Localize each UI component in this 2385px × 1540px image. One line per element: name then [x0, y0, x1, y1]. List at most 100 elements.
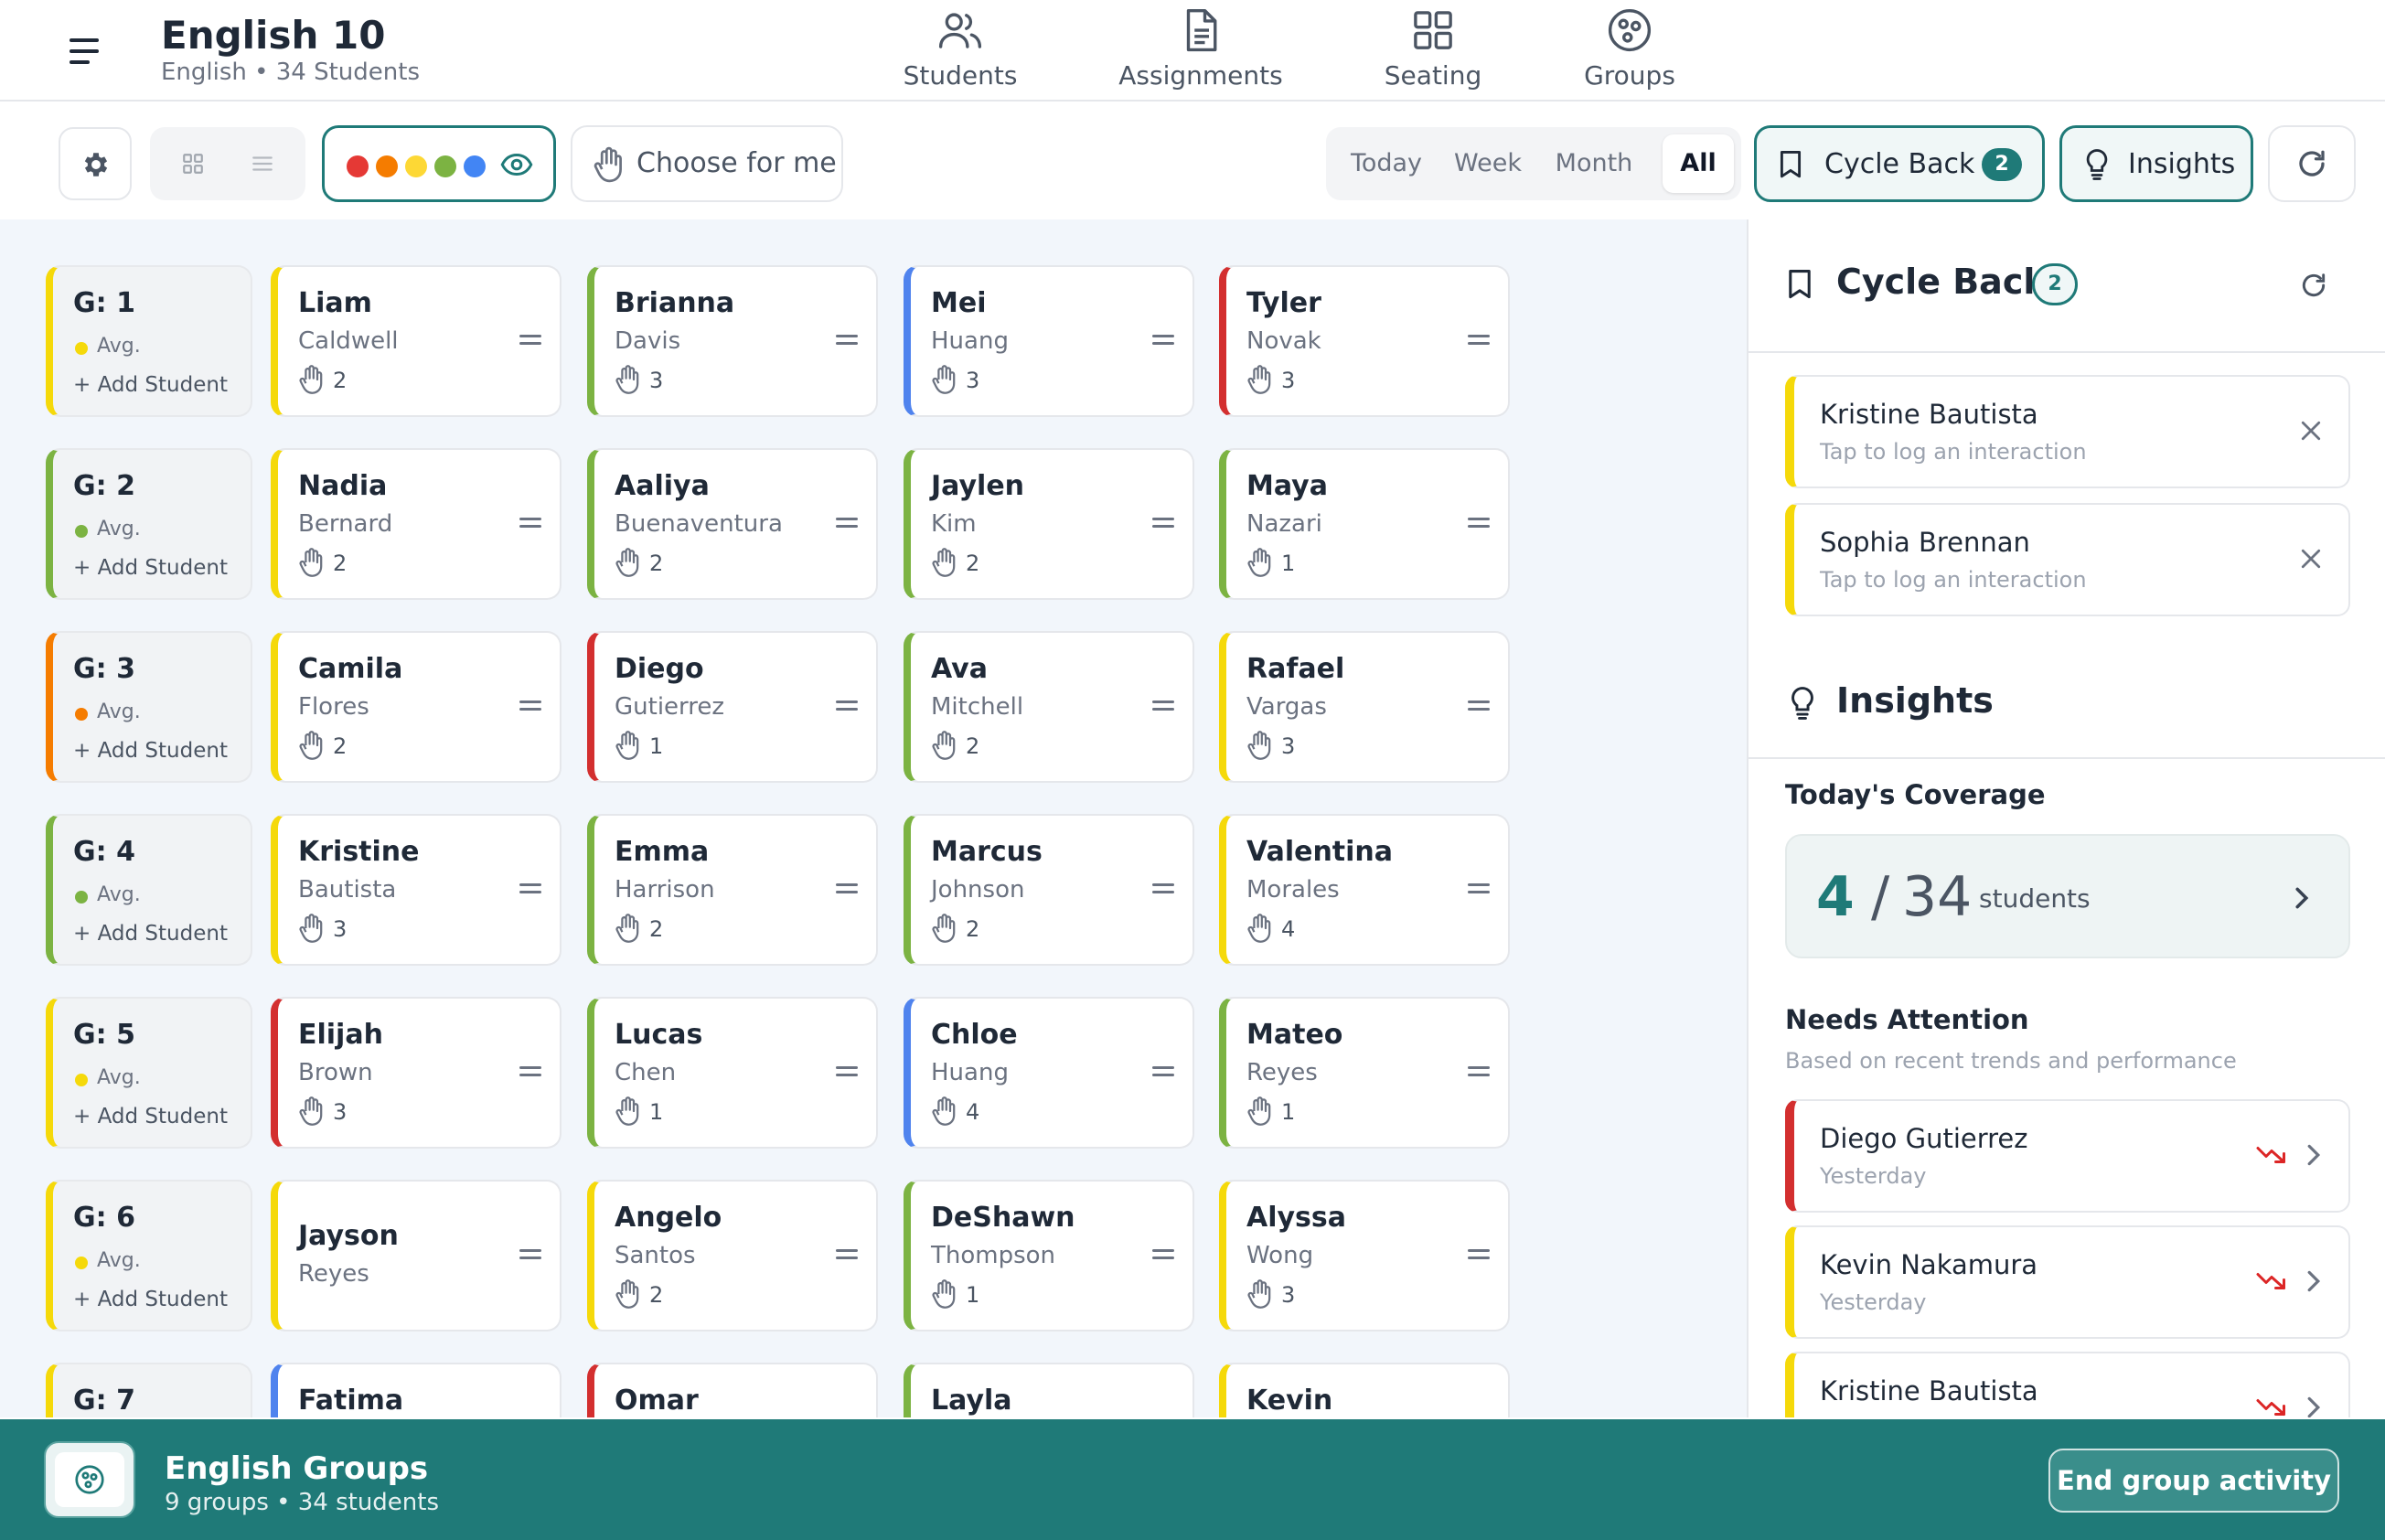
range-month[interactable]: Month	[1536, 134, 1652, 193]
student-card[interactable]: DeShawn Thompson 1	[904, 1180, 1194, 1331]
choose-for-me-button[interactable]: Choose for me	[571, 125, 843, 202]
range-all[interactable]: All	[1663, 134, 1734, 193]
drag-handle-icon[interactable]	[836, 335, 858, 348]
group-card[interactable]: G: 2 Avg. + Add Student	[46, 448, 252, 600]
add-student-button[interactable]: + Add Student	[73, 922, 228, 946]
drag-handle-icon[interactable]	[519, 700, 541, 713]
add-student-button[interactable]: + Add Student	[73, 1288, 228, 1311]
color-filter-button[interactable]	[322, 125, 556, 202]
drag-handle-icon[interactable]	[1152, 1066, 1174, 1079]
student-card[interactable]: Emma Harrison 2	[587, 814, 878, 966]
grid-view-button[interactable]	[161, 138, 225, 189]
raised-hand-icon	[298, 913, 324, 944]
student-card[interactable]: Jayson Reyes	[271, 1180, 561, 1331]
raised-hand-icon	[298, 364, 324, 395]
drag-handle-icon[interactable]	[519, 1066, 541, 1079]
drag-handle-icon[interactable]	[1468, 883, 1490, 896]
cycle-back-button[interactable]: Cycle Back 2	[1754, 125, 2045, 202]
drag-handle-icon[interactable]	[836, 700, 858, 713]
group-card[interactable]: G: 1 Avg. + Add Student	[46, 265, 252, 417]
student-card[interactable]: Ava Mitchell 2	[904, 631, 1194, 783]
add-student-button[interactable]: + Add Student	[73, 373, 228, 397]
student-card[interactable]: Kevin	[1219, 1363, 1510, 1417]
student-last-name: Morales	[1246, 876, 1340, 904]
student-card[interactable]: Layla	[904, 1363, 1194, 1417]
drag-handle-icon[interactable]	[519, 518, 541, 530]
student-card[interactable]: Valentina Morales 4	[1219, 814, 1510, 966]
student-card[interactable]: Rafael Vargas 3	[1219, 631, 1510, 783]
cycle-back-item[interactable]: Kristine Bautista Tap to log an interact…	[1785, 375, 2350, 488]
drag-handle-icon[interactable]	[1152, 883, 1174, 896]
drag-handle-icon[interactable]	[519, 883, 541, 896]
drag-handle-icon[interactable]	[1468, 700, 1490, 713]
student-card[interactable]: Brianna Davis 3	[587, 265, 878, 417]
student-card[interactable]: Mateo Reyes 1	[1219, 997, 1510, 1149]
student-card[interactable]: Omar	[587, 1363, 878, 1417]
group-card[interactable]: G: 4 Avg. + Add Student	[46, 814, 252, 966]
drag-handle-icon[interactable]	[1152, 700, 1174, 713]
drag-handle-icon[interactable]	[1152, 335, 1174, 348]
close-icon[interactable]	[2297, 417, 2325, 444]
hamburger-menu-icon[interactable]	[62, 33, 106, 70]
drag-handle-icon[interactable]	[519, 335, 541, 348]
student-card[interactable]: Maya Nazari 1	[1219, 448, 1510, 600]
student-card[interactable]: Kristine Bautista 3	[271, 814, 561, 966]
range-today[interactable]: Today	[1333, 134, 1439, 193]
group-card[interactable]: G: 3 Avg. + Add Student	[46, 631, 252, 783]
student-card[interactable]: Lucas Chen 1	[587, 997, 878, 1149]
student-card[interactable]: Aaliya Buenaventura 2	[587, 448, 878, 600]
tab-groups[interactable]: Groups	[1580, 5, 1679, 97]
drag-handle-icon[interactable]	[1468, 335, 1490, 348]
drag-handle-icon[interactable]	[836, 1066, 858, 1079]
student-card[interactable]: Nadia Bernard 2	[271, 448, 561, 600]
cycle-back-item[interactable]: Sophia Brennan Tap to log an interaction	[1785, 503, 2350, 616]
student-card[interactable]: Diego Gutierrez 1	[587, 631, 878, 783]
needs-attention-item[interactable]: Kevin Nakamura Yesterday	[1785, 1225, 2350, 1339]
student-card[interactable]: Fatima	[271, 1363, 561, 1417]
student-first-name: Jaylen	[931, 470, 1025, 502]
add-student-button[interactable]: + Add Student	[73, 556, 228, 580]
drag-handle-icon[interactable]	[1468, 1066, 1490, 1079]
end-group-activity-button[interactable]: End group activity	[2048, 1449, 2339, 1513]
tab-seating[interactable]: Seating	[1377, 5, 1489, 97]
list-view-button[interactable]	[230, 138, 294, 189]
needs-attention-item[interactable]: Diego Gutierrez Yesterday	[1785, 1099, 2350, 1213]
student-card[interactable]: Marcus Johnson 2	[904, 814, 1194, 966]
student-first-name: Mei	[931, 287, 987, 319]
student-card[interactable]: Elijah Brown 3	[271, 997, 561, 1149]
range-week[interactable]: Week	[1439, 134, 1536, 193]
student-card[interactable]: Mei Huang 3	[904, 265, 1194, 417]
group-card[interactable]: G: 5 Avg. + Add Student	[46, 997, 252, 1149]
refresh-button[interactable]	[2268, 125, 2356, 202]
close-icon[interactable]	[2297, 545, 2325, 572]
student-card[interactable]: Angelo Santos 2	[587, 1180, 878, 1331]
drag-handle-icon[interactable]	[1152, 1249, 1174, 1262]
drag-handle-icon[interactable]	[836, 1249, 858, 1262]
time-range-selector: Today Week Month All	[1326, 127, 1741, 200]
drag-handle-icon[interactable]	[836, 883, 858, 896]
participation-count-value: 3	[649, 368, 664, 393]
panel-refresh-icon[interactable]	[2299, 271, 2328, 300]
needs-attention-item[interactable]: Kristine Bautista	[1785, 1352, 2350, 1417]
coverage-card[interactable]: 4 / 34 students	[1785, 834, 2350, 958]
student-card[interactable]: Chloe Huang 4	[904, 997, 1194, 1149]
tab-students[interactable]: Students	[896, 5, 1024, 97]
drag-handle-icon[interactable]	[1152, 518, 1174, 530]
tab-assignments[interactable]: Assignments	[1118, 5, 1284, 97]
drag-handle-icon[interactable]	[1468, 1249, 1490, 1262]
group-card[interactable]: G: 6 Avg. + Add Student	[46, 1180, 252, 1331]
settings-button[interactable]	[59, 127, 132, 200]
student-card[interactable]: Alyssa Wong 3	[1219, 1180, 1510, 1331]
student-card[interactable]: Jaylen Kim 2	[904, 448, 1194, 600]
drag-handle-icon[interactable]	[1468, 518, 1490, 530]
group-card[interactable]: G: 7	[46, 1363, 252, 1417]
student-card[interactable]: Camila Flores 2	[271, 631, 561, 783]
add-student-button[interactable]: + Add Student	[73, 1105, 228, 1128]
drag-handle-icon[interactable]	[836, 518, 858, 530]
add-student-button[interactable]: + Add Student	[73, 739, 228, 763]
insights-button[interactable]: Insights	[2059, 125, 2253, 202]
drag-handle-icon[interactable]	[519, 1249, 541, 1262]
student-card[interactable]: Tyler Novak 3	[1219, 265, 1510, 417]
choose-for-me-label: Choose for me	[636, 147, 837, 179]
student-card[interactable]: Liam Caldwell 2	[271, 265, 561, 417]
